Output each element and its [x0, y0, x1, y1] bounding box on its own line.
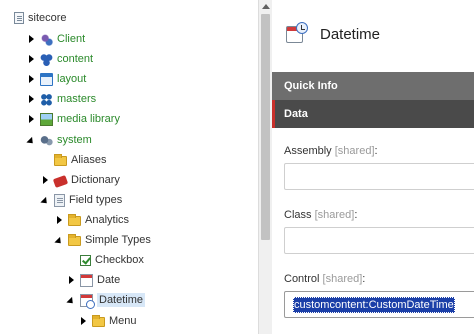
tree-item-label: Analytics: [85, 214, 130, 226]
collapse-arrow-icon[interactable]: [40, 195, 50, 205]
tree-item-client[interactable]: Client: [26, 29, 85, 49]
tree-item-simple-types[interactable]: Simple Types: [54, 230, 151, 250]
control-field-value[interactable]: customcontent:CustomDateTime: [293, 296, 455, 313]
tree-item-label: Date: [97, 274, 121, 286]
field-name: Class: [284, 209, 312, 221]
tree-item-dictionary[interactable]: Dictionary: [40, 170, 120, 190]
shared-tag: [shared]: [322, 273, 363, 285]
tree-item-label: Simple Types: [85, 234, 151, 246]
tree-item-layout[interactable]: layout: [26, 69, 86, 89]
client-icon: [40, 32, 53, 46]
tree-item-label: Checkbox: [95, 254, 144, 266]
folder-icon: [68, 234, 81, 246]
tree-item-media-library[interactable]: media library: [26, 109, 120, 129]
calendar-icon: [80, 273, 93, 287]
folder-icon: [92, 315, 105, 327]
shared-tag: [shared]: [334, 145, 375, 157]
tree-item-date[interactable]: Date: [66, 270, 120, 290]
field-suffix: :: [362, 273, 366, 285]
tree-item-label: Datetime: [97, 293, 146, 307]
expand-arrow-icon[interactable]: [26, 114, 36, 124]
content-tree: sitecore Client content layout masters m…: [0, 0, 258, 334]
folder-icon: [68, 214, 81, 226]
folder-icon: [54, 154, 67, 166]
field-suffix: :: [354, 209, 358, 221]
tree-item-analytics[interactable]: Analytics: [54, 210, 129, 230]
tree-item-content[interactable]: content: [26, 49, 93, 69]
tree-item-label: Menu: [109, 315, 137, 327]
expand-arrow-icon[interactable]: [26, 74, 36, 84]
masters-icon: [40, 92, 53, 106]
page-icon: [14, 12, 24, 24]
image-icon: [40, 112, 53, 126]
tree-item-label: Client: [57, 33, 86, 45]
control-field[interactable]: customcontent:CustomDateTime: [284, 291, 474, 318]
tree-scrollbar[interactable]: [258, 0, 272, 334]
datetime-icon: [80, 293, 95, 309]
section-data[interactable]: Data: [272, 100, 474, 128]
collapse-arrow-icon[interactable]: [66, 295, 76, 305]
scroll-thumb[interactable]: [261, 14, 270, 240]
editor-header: Datetime: [272, 0, 474, 72]
tree-item-menu[interactable]: Menu: [78, 311, 137, 331]
expand-arrow-icon[interactable]: [26, 34, 36, 44]
tree-item-label: media library: [57, 113, 120, 125]
assembly-field-label: Assembly [shared]:: [284, 145, 378, 157]
tree-item-label: Dictionary: [71, 174, 120, 186]
layout-icon: [40, 72, 53, 86]
scroll-up-arrow-icon[interactable]: [259, 0, 272, 12]
expand-arrow-icon[interactable]: [54, 215, 64, 225]
tree-item-label: Field types: [69, 194, 123, 206]
tree-item-label: content: [57, 53, 94, 65]
tree-item-sitecore[interactable]: sitecore: [14, 8, 67, 28]
expand-arrow-icon[interactable]: [26, 54, 36, 64]
tree-item-label: masters: [57, 93, 97, 105]
class-field-label: Class [shared]:: [284, 209, 357, 221]
expand-arrow-icon[interactable]: [26, 94, 36, 104]
field-types-icon: [54, 193, 65, 207]
expand-arrow-icon[interactable]: [40, 175, 50, 185]
content-editor: Datetime Quick Info Data Assembly [share…: [272, 0, 474, 334]
section-label: Data: [284, 108, 308, 120]
shared-tag: [shared]: [314, 209, 355, 221]
control-field-label: Control [shared]:: [284, 273, 365, 285]
dictionary-icon: [52, 174, 69, 188]
content-icon: [40, 52, 53, 66]
collapse-arrow-icon[interactable]: [54, 235, 64, 245]
section-label: Quick Info: [284, 80, 338, 92]
collapse-arrow-icon[interactable]: [26, 135, 36, 145]
item-title: Datetime: [320, 26, 381, 43]
expand-arrow-icon[interactable]: [78, 316, 88, 326]
tree-item-system[interactable]: system: [26, 130, 92, 150]
tree-item-label: Aliases: [71, 154, 107, 166]
class-field[interactable]: [284, 227, 474, 254]
tree-item-label: layout: [57, 73, 87, 85]
field-suffix: :: [374, 145, 378, 157]
tree-item-checkbox[interactable]: Checkbox: [66, 250, 144, 270]
tree-item-datetime[interactable]: Datetime: [66, 290, 146, 310]
section-quick-info[interactable]: Quick Info: [272, 72, 474, 100]
checkbox-icon: [80, 254, 91, 266]
field-name: Control: [284, 273, 320, 285]
tree-item-masters[interactable]: masters: [26, 89, 96, 109]
datetime-item-icon: [286, 22, 308, 44]
system-icon: [40, 133, 53, 147]
tree-item-field-types[interactable]: Field types: [40, 190, 122, 210]
assembly-field[interactable]: [284, 163, 474, 190]
tree-item-label: sitecore: [28, 12, 67, 24]
tree-item-label: system: [57, 134, 92, 146]
field-name: Assembly: [284, 145, 332, 157]
tree-item-aliases[interactable]: Aliases: [40, 150, 106, 170]
expand-arrow-icon[interactable]: [66, 275, 76, 285]
